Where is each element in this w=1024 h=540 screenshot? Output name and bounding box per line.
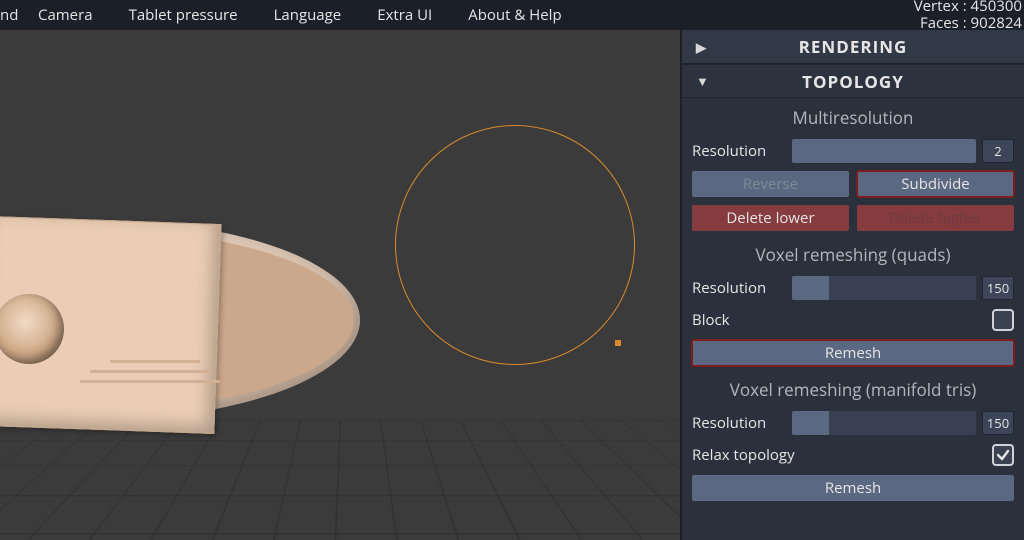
voxel-tris-relax-row: Relax topology <box>682 439 1024 471</box>
subheading-voxel-tris: Voxel remeshing (manifold tris) <box>682 370 1024 407</box>
slider-fill <box>792 276 829 300</box>
subheading-voxel-quads: Voxel remeshing (quads) <box>682 235 1024 272</box>
voxel-quads-remesh-row: Remesh <box>682 336 1024 370</box>
section-title-rendering: RENDERING <box>799 35 908 58</box>
voxel-quads-resolution-label: Resolution <box>692 278 792 298</box>
chevron-down-icon: ▼ <box>696 72 710 90</box>
cursor-dot <box>615 340 621 346</box>
voxel-tris-resolution-slider[interactable] <box>792 411 976 435</box>
delete-lower-button[interactable]: Delete lower <box>692 205 849 231</box>
multires-resolution-label: Resolution <box>692 141 792 161</box>
section-header-rendering[interactable]: ▶ RENDERING <box>682 30 1024 64</box>
voxel-tris-relax-checkbox[interactable] <box>992 444 1014 466</box>
sculpt-mesh[interactable] <box>0 200 380 470</box>
voxel-tris-resolution-row: Resolution 150 <box>682 407 1024 439</box>
multires-button-row-1: Reverse Subdivide <box>682 167 1024 201</box>
multires-resolution-value[interactable]: 2 <box>982 139 1014 163</box>
slider-fill <box>792 139 976 163</box>
multires-button-row-2: Delete lower Delete higher <box>682 201 1024 235</box>
voxel-quads-block-checkbox[interactable] <box>992 309 1014 331</box>
reverse-button[interactable]: Reverse <box>692 171 849 197</box>
voxel-tris-remesh-button[interactable]: Remesh <box>692 475 1014 501</box>
check-icon <box>996 448 1010 462</box>
delete-higher-button[interactable]: Delete higher <box>857 205 1014 231</box>
voxel-quads-resolution-row: Resolution 150 <box>682 272 1024 304</box>
menu-item-camera[interactable]: Camera <box>20 0 111 30</box>
voxel-quads-block-label: Block <box>692 310 792 330</box>
mesh-detail-line <box>80 380 220 383</box>
viewport-3d[interactable] <box>0 30 680 540</box>
multires-resolution-slider[interactable] <box>792 139 976 163</box>
menu-item-language[interactable]: Language <box>256 0 360 30</box>
mesh-stats: Vertex : 450300 Faces : 902824 <box>914 0 1022 32</box>
voxel-quads-remesh-button[interactable]: Remesh <box>692 340 1014 366</box>
menu-item-about-help[interactable]: About & Help <box>450 0 579 30</box>
menu-item-extra-ui[interactable]: Extra UI <box>359 0 450 30</box>
top-menu-bar: nd Camera Tablet pressure Language Extra… <box>0 0 1024 30</box>
section-header-topology[interactable]: ▼ TOPOLOGY <box>682 64 1024 98</box>
section-title-topology: TOPOLOGY <box>802 70 904 93</box>
voxel-tris-relax-label: Relax topology <box>692 445 842 465</box>
voxel-tris-resolution-value[interactable]: 150 <box>982 411 1014 435</box>
menu-item-tablet-pressure[interactable]: Tablet pressure <box>111 0 256 30</box>
subdivide-button[interactable]: Subdivide <box>857 171 1014 197</box>
voxel-quads-resolution-slider[interactable] <box>792 276 976 300</box>
voxel-quads-resolution-value[interactable]: 150 <box>982 276 1014 300</box>
slider-fill <box>792 411 829 435</box>
chevron-right-icon: ▶ <box>696 38 707 56</box>
voxel-tris-resolution-label: Resolution <box>692 413 792 433</box>
voxel-tris-remesh-row: Remesh <box>682 471 1024 505</box>
mesh-detail-line <box>90 370 210 373</box>
mesh-detail-line <box>110 360 200 363</box>
subheading-multiresolution: Multiresolution <box>682 98 1024 135</box>
voxel-quads-block-row: Block <box>682 304 1024 336</box>
menu-item-truncated[interactable]: nd <box>0 0 20 30</box>
brush-radius-indicator <box>395 125 635 365</box>
multires-resolution-row: Resolution 2 <box>682 135 1024 167</box>
right-panel: ▶ RENDERING ▼ TOPOLOGY Multiresolution R… <box>680 30 1024 540</box>
